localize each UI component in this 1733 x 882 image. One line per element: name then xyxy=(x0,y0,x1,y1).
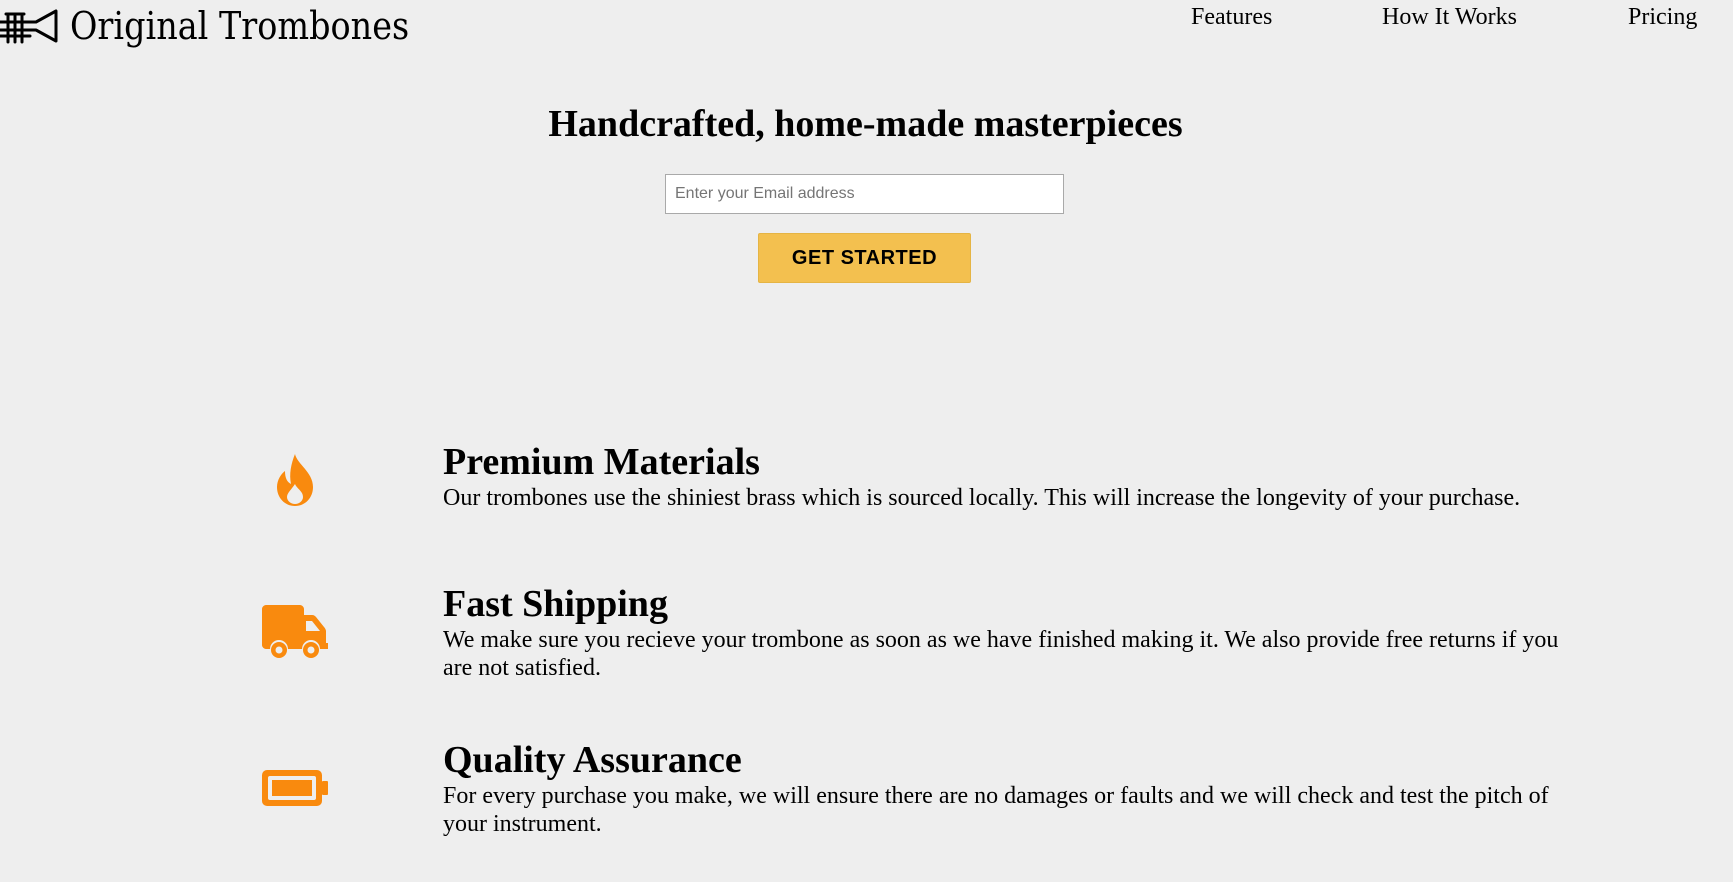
feature-text: Premium Materials Our trombones use the … xyxy=(443,440,1583,512)
feature-text: Quality Assurance For every purchase you… xyxy=(443,738,1583,838)
feature-text: Fast Shipping We make sure you recieve y… xyxy=(443,582,1583,682)
feature-title: Quality Assurance xyxy=(443,739,742,781)
feature-description: Our trombones use the shiniest brass whi… xyxy=(443,485,1521,511)
trombone-icon xyxy=(0,9,58,44)
nav-link-features[interactable]: Features xyxy=(1191,4,1272,31)
site-header: Original Trombones Features How It Works… xyxy=(0,0,1733,60)
feature-description: For every purchase you make, we will ens… xyxy=(443,783,1549,837)
logo[interactable]: Original Trombones xyxy=(0,2,455,50)
feature-description: We make sure you recieve your trombone a… xyxy=(443,627,1559,681)
battery-icon xyxy=(255,753,335,823)
truck-icon xyxy=(255,597,335,667)
nav-link-pricing[interactable]: Pricing xyxy=(1628,4,1697,31)
email-input[interactable] xyxy=(665,174,1064,214)
brand-name: Original Trombones xyxy=(70,4,410,48)
feature-title: Fast Shipping xyxy=(443,583,668,625)
fire-icon xyxy=(255,445,335,515)
get-started-button[interactable]: GET STARTED xyxy=(758,233,971,283)
feature-title: Premium Materials xyxy=(443,441,760,483)
nav-link-how-it-works[interactable]: How It Works xyxy=(1382,4,1517,31)
hero-title: Handcrafted, home-made masterpieces xyxy=(548,103,1183,145)
